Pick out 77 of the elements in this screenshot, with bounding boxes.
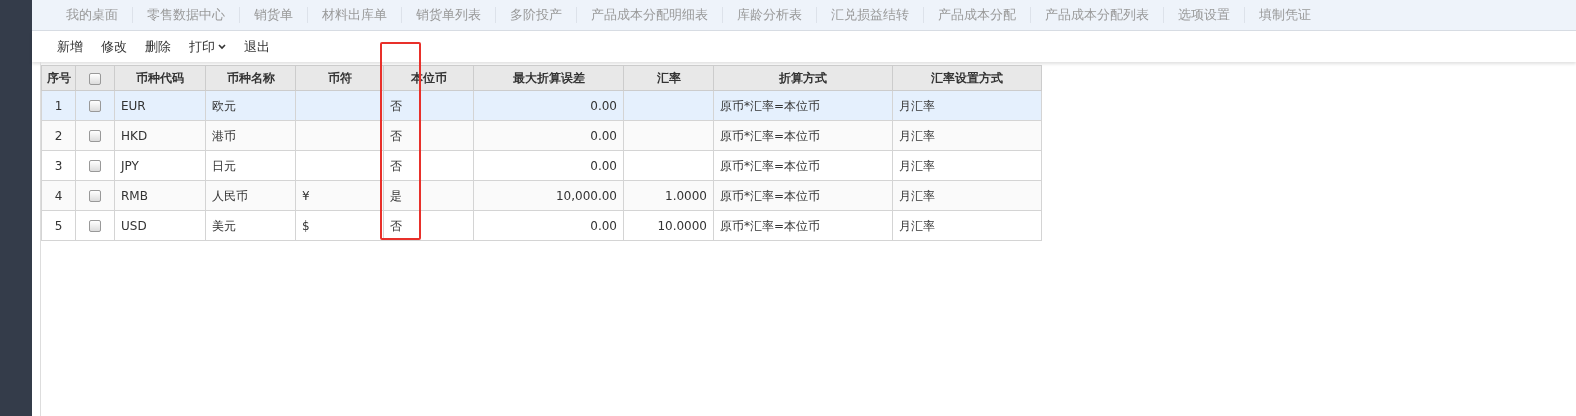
table-cell: 2 [54, 128, 63, 143]
tab[interactable]: 库龄分析表 [723, 5, 816, 25]
tab[interactable]: 多阶投产 [496, 5, 576, 25]
tab[interactable]: 选项设置 [1164, 5, 1244, 25]
column-header: 折算方式 [779, 71, 827, 85]
table-cell: 港币 [212, 128, 236, 143]
table-cell: 1.0000 [665, 188, 707, 203]
column-header: 序号 [46, 71, 71, 85]
table-cell: 人民币 [212, 188, 248, 203]
table-cell: USD [121, 218, 147, 233]
table-cell: 原币*汇率=本位币 [720, 188, 821, 203]
column-header: 汇率设置方式 [931, 71, 1003, 85]
table-cell: 10,000.00 [555, 188, 617, 203]
table-cell: 欧元 [212, 98, 236, 113]
table-cell: HKD [121, 128, 148, 143]
tab[interactable]: 材料出库单 [308, 5, 401, 25]
toolbar-button[interactable]: 退出 [237, 36, 277, 57]
table-cell: 4 [54, 188, 63, 203]
table-cell: 原币*汇率=本位币 [720, 128, 821, 143]
column-header: 最大折算误差 [512, 71, 585, 85]
caret-icon [218, 43, 226, 50]
column-header: 币种名称 [226, 71, 275, 85]
tab[interactable]: 产品成本分配列表 [1031, 5, 1163, 25]
checkbox[interactable] [89, 130, 101, 142]
table-cell: 0.00 [590, 218, 617, 233]
tab[interactable]: 销货单列表 [402, 5, 495, 25]
table-cell: JPY [121, 158, 139, 173]
checkbox[interactable] [89, 100, 101, 112]
column-header: 汇率 [656, 71, 681, 85]
table-cell: ¥ [302, 188, 310, 203]
column-header: 币符 [327, 71, 352, 85]
table-cell: 否 [390, 98, 402, 113]
table-cell: 日元 [212, 158, 236, 173]
toolbar-button[interactable]: 新增 [50, 36, 90, 57]
tab[interactable]: 汇兑损益结转 [817, 5, 923, 25]
checkbox[interactable] [89, 220, 101, 232]
tab[interactable]: 零售数据中心 [133, 5, 239, 25]
table-cell: EUR [121, 98, 146, 113]
table-cell: 美元 [212, 218, 236, 233]
tab[interactable]: 我的桌面 [52, 5, 132, 25]
table-cell: 月汇率 [899, 188, 935, 203]
table-cell: RMB [121, 188, 148, 203]
table-cell: 月汇率 [899, 98, 935, 113]
table-cell: 月汇率 [899, 218, 935, 233]
table-row[interactable]: 5 USD 美元 $ 否 0.00 10.0000 原币*汇率=本位币 月汇率 [41, 210, 1042, 241]
table-cell: 3 [54, 158, 63, 173]
table-cell: 是 [390, 188, 402, 203]
table-row[interactable]: 2 HKD 港币 否 0.00 原币*汇率=本位币 月汇率 [41, 120, 1042, 151]
checkbox[interactable] [89, 190, 101, 202]
table-cell: 5 [54, 218, 63, 233]
tab[interactable]: 产品成本分配明细表 [577, 5, 722, 25]
table-cell: 0.00 [590, 98, 617, 113]
table-cell: 0.00 [590, 128, 617, 143]
tab[interactable]: 产品成本分配 [924, 5, 1030, 25]
table-cell: 原币*汇率=本位币 [720, 98, 821, 113]
table-cell: 原币*汇率=本位币 [720, 218, 821, 233]
table-cell: $ [302, 218, 310, 233]
table-cell: 0.00 [590, 158, 617, 173]
tab[interactable]: 销货单 [240, 5, 307, 25]
table-cell: 否 [390, 218, 402, 233]
tab[interactable]: 填制凭证 [1245, 5, 1325, 25]
table-row[interactable]: 3 JPY 日元 否 0.00 原币*汇率=本位币 月汇率 [41, 150, 1042, 181]
table-row[interactable]: 1 EUR 欧元 否 0.00 原币*汇率=本位币 月汇率 [41, 90, 1042, 121]
table-row[interactable]: 4 RMB 人民币 ¥ 是 10,000.00 1.0000 原币*汇率=本位币 月汇率 [41, 180, 1042, 211]
checkbox[interactable] [89, 72, 101, 85]
table-cell: 1 [54, 98, 63, 113]
table-cell: 否 [390, 128, 402, 143]
table-cell: 否 [390, 158, 402, 173]
dropdown-button[interactable]: 打印 [182, 36, 233, 57]
table-cell: 10.0000 [657, 218, 707, 233]
toolbar-button[interactable]: 删除 [138, 36, 178, 57]
table-cell: 月汇率 [899, 128, 935, 143]
toolbar-button[interactable]: 修改 [94, 36, 134, 57]
checkbox[interactable] [89, 160, 101, 172]
table-cell: 原币*汇率=本位币 [720, 158, 821, 173]
column-header: 币种代码 [136, 71, 184, 85]
table-cell: 月汇率 [899, 158, 935, 173]
